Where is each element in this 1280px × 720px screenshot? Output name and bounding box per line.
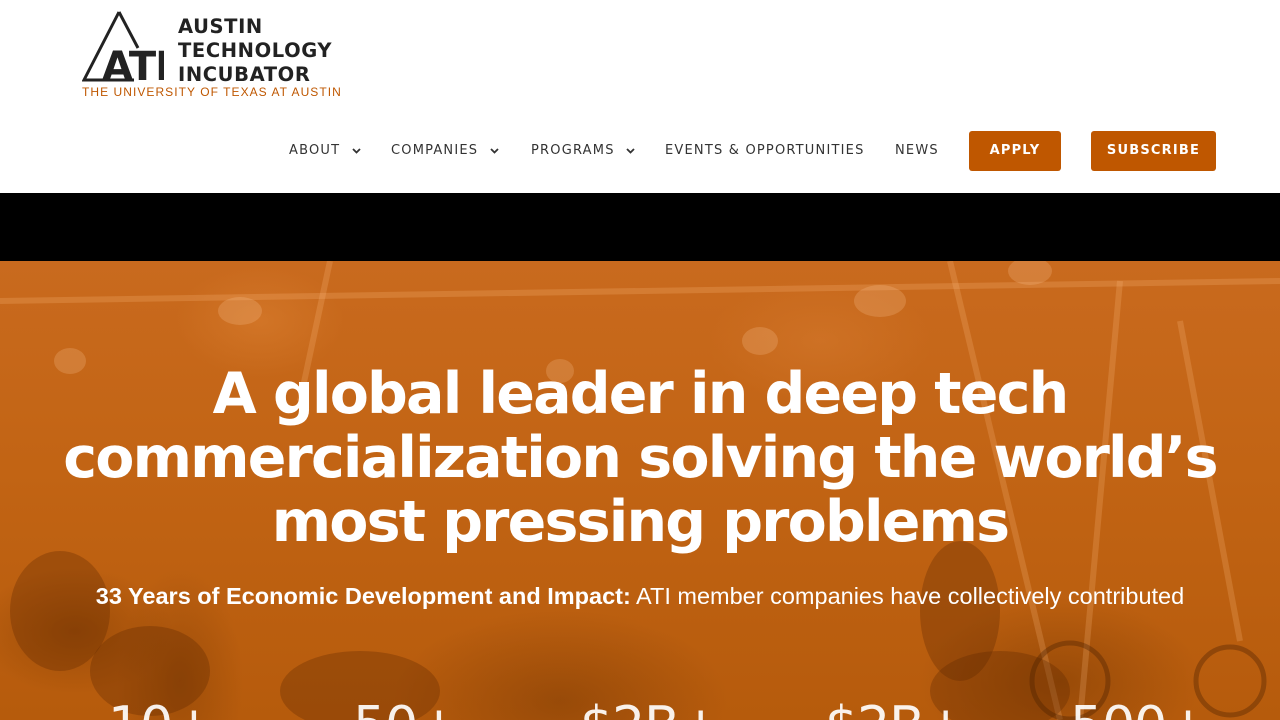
logo-wordmark: AUSTIN TECHNOLOGY INCUBATOR [178,15,332,87]
nav-item-about[interactable]: ABOUT [289,131,361,171]
nav-label-news: NEWS [895,143,939,158]
nav-label-events: EVENTS & OPPORTUNITIES [665,143,865,158]
logo-subtitle: THE UNIVERSITY OF TEXAS AT AUSTIN [82,85,342,99]
nav-item-news[interactable]: NEWS [895,131,939,171]
stat-value-4: $2B+ [825,696,967,720]
nav-label-programs: PROGRAMS [531,143,615,158]
stat-value-3: $2B+ [580,696,722,720]
stat-value-2: 50+ [353,696,461,720]
hero-title-line-1: A global leader in deep tech [212,361,1070,427]
ati-logo[interactable]: ATI AUSTIN TECHNOLOGY INCUBATOR THE UNIV… [82,10,342,100]
hero-subtitle-bold: 33 Years of Economic Development and Imp… [95,583,631,609]
hero-subtitle: 33 Years of Economic Development and Imp… [40,581,1240,611]
subscribe-button[interactable]: SUBSCRIBE [1091,131,1216,171]
chevron-down-icon [489,147,499,154]
hero-subtitle-rest: ATI member companies have collectively c… [630,583,1185,609]
logo-line-3: INCUBATOR [178,63,311,86]
black-band [0,193,1280,261]
chevron-down-icon [351,147,361,154]
hero-section: A global leader in deep tech commerciali… [0,261,1280,720]
hero-title-line-3: most pressing problems [271,489,1010,555]
hero-title-line-2: commercialization solving the world’s [63,425,1218,491]
nav-label-about: ABOUT [289,143,341,158]
svg-text:ATI: ATI [102,44,164,84]
nav-label-companies: COMPANIES [391,143,479,158]
chevron-down-icon [626,147,635,154]
stat-value-1: 10+ [108,696,216,720]
hero-title: A global leader in deep tech commerciali… [40,362,1240,554]
logo-line-1: AUSTIN [178,15,263,38]
nav-item-events-opportunities[interactable]: EVENTS & OPPORTUNITIES [665,131,865,171]
nav-item-programs[interactable]: PROGRAMS [531,131,635,171]
logo-line-2: TECHNOLOGY [178,39,333,62]
nav-item-companies[interactable]: COMPANIES [391,131,499,171]
stat-value-5: 500+ [1070,696,1210,720]
ati-triangle-logo-icon: ATI [82,11,164,84]
site-header: ATI AUSTIN TECHNOLOGY INCUBATOR THE UNIV… [0,0,1280,193]
apply-button[interactable]: APPLY [969,131,1061,171]
